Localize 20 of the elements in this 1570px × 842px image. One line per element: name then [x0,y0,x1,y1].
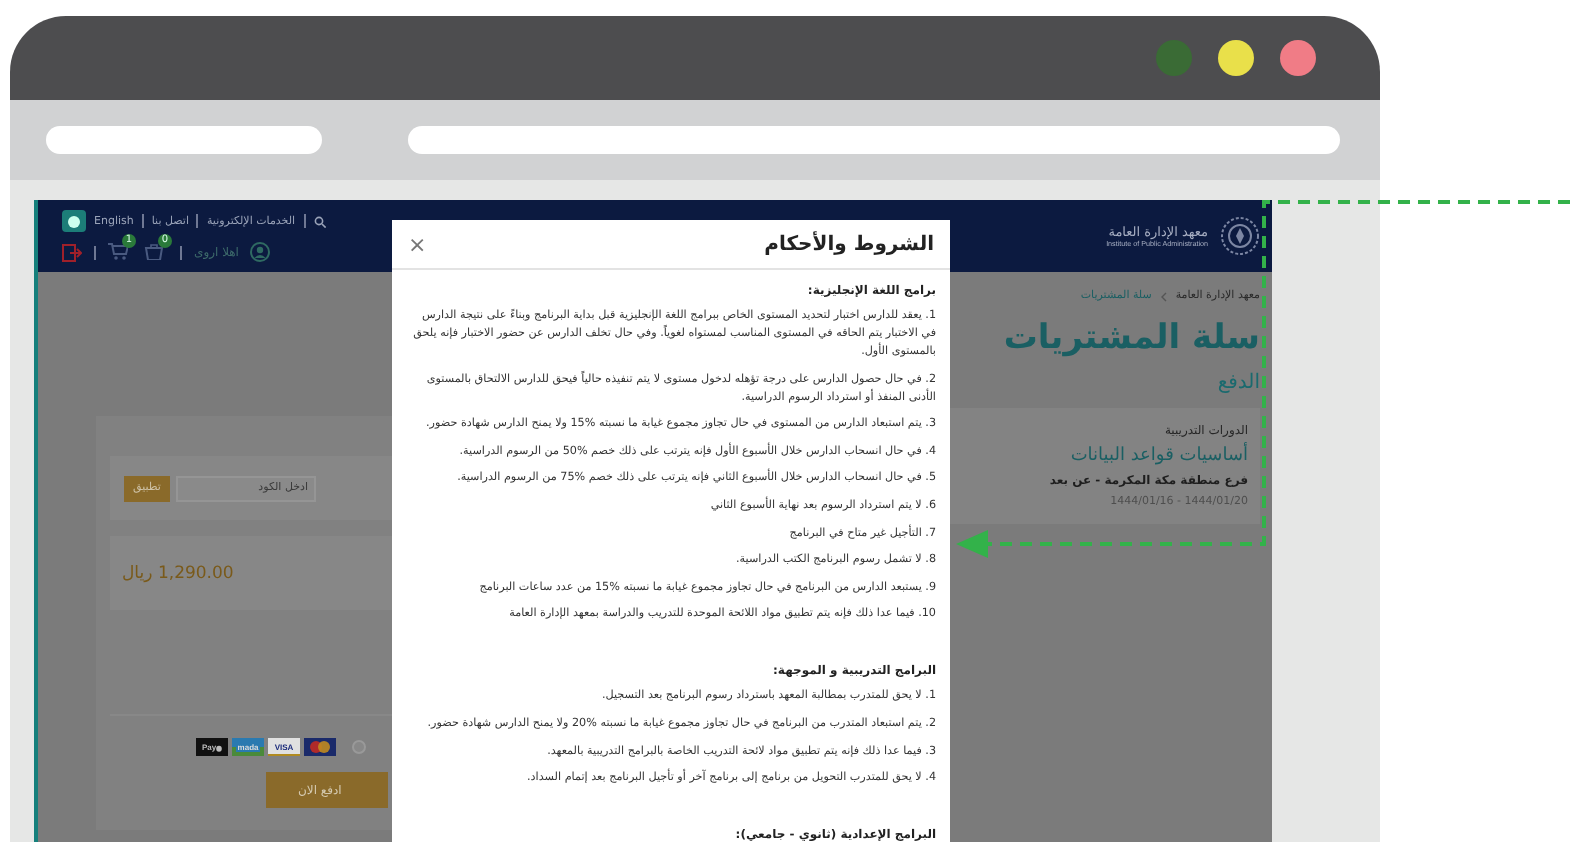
theme-toggle[interactable] [62,210,86,232]
window-control-dot[interactable] [1156,40,1192,76]
price-text: 1,290.00 ريال [122,563,234,583]
user-icon[interactable] [250,242,271,262]
modal-title: الشروط والأحكام [764,233,934,255]
chevron-icon [1159,291,1168,301]
payment-radio[interactable] [352,740,366,754]
course-name[interactable]: أساسيات قواعد البيانات [1070,446,1248,466]
logout-icon[interactable] [62,243,82,261]
apple-icon [216,743,223,751]
bag-icon[interactable] [144,242,164,260]
section-title: الدفع [1217,372,1260,394]
emblem-icon [1220,216,1260,256]
window-control-dot[interactable] [1280,40,1316,76]
search-icon[interactable] [313,215,326,227]
mastercard-icon [304,738,336,756]
page-title: سلة المشتريات [1003,318,1260,358]
cart-icon[interactable] [108,242,128,260]
close-button[interactable]: × [408,233,427,255]
window-control-dot[interactable] [1218,40,1254,76]
